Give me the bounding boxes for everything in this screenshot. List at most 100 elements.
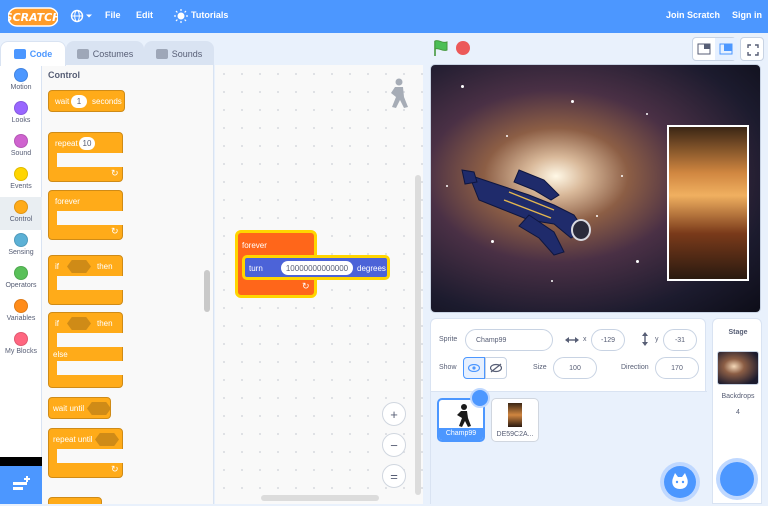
choose-backdrop-button[interactable] [720, 462, 754, 496]
wait-seconds-block[interactable]: wait 1 seconds [48, 90, 125, 112]
category-my-blocks[interactable]: My Blocks [0, 329, 42, 362]
language-globe-icon[interactable] [70, 9, 92, 23]
sprite-silhouette-icon [391, 78, 408, 108]
block-categories: Motion Looks Sound Events Control Sensin… [0, 65, 42, 504]
palette-scrollbar[interactable] [204, 270, 210, 312]
tab-costumes[interactable]: Costumes [66, 41, 144, 65]
category-operators[interactable]: Operators [0, 263, 42, 296]
show-visible-button[interactable] [463, 357, 485, 379]
category-control[interactable]: Control [0, 197, 42, 230]
script-horizontal-scrollbar[interactable] [261, 495, 379, 501]
script-vertical-scrollbar[interactable] [415, 175, 421, 495]
script-turn-block[interactable]: turn 10000000000000 degrees [242, 255, 390, 280]
join-scratch-link[interactable]: Join Scratch [666, 10, 720, 20]
stop-sign-icon[interactable] [456, 41, 470, 55]
x-arrows-icon [565, 337, 579, 343]
tutorials-lightbulb-icon[interactable] [174, 9, 188, 23]
star [636, 260, 639, 263]
control-dot-icon [14, 200, 28, 214]
c-mouth [57, 333, 123, 347]
delete-sprite-button[interactable] [470, 388, 490, 408]
add-extension-button[interactable] [0, 466, 42, 504]
y-position-input[interactable]: -31 [663, 329, 697, 351]
sprite-name-input[interactable]: Champ99 [465, 329, 553, 351]
if-then-else-block[interactable]: if then else [48, 312, 123, 388]
file-menu[interactable]: File [105, 10, 121, 20]
category-sound[interactable]: Sound [0, 131, 42, 164]
sprite-thumbnail [508, 403, 522, 427]
category-sensing[interactable]: Sensing [0, 230, 42, 263]
stage-selector-title: Stage [728, 329, 748, 336]
if-then-block[interactable]: if then [48, 255, 123, 305]
green-flag-icon[interactable] [432, 39, 450, 57]
small-stage-button[interactable] [693, 38, 715, 60]
category-events[interactable]: Events [0, 164, 42, 197]
tab-sounds[interactable]: Sounds [144, 41, 214, 65]
x-position-input[interactable]: -129 [591, 329, 625, 351]
block-label: forever [242, 241, 267, 250]
astronaut-sprite[interactable] [459, 160, 609, 260]
fullscreen-button[interactable] [740, 37, 764, 61]
repeat-value-input[interactable]: 10 [79, 137, 95, 150]
condition-slot[interactable] [87, 402, 111, 415]
choose-sprite-button[interactable] [664, 466, 696, 498]
edit-menu[interactable]: Edit [136, 10, 153, 20]
normal-stage-icon [719, 43, 733, 55]
y-arrows-icon [642, 332, 648, 346]
eye-slash-icon [490, 363, 502, 373]
category-motion[interactable]: Motion [0, 65, 42, 98]
stage-thumbnail [717, 351, 759, 385]
star [646, 113, 648, 115]
motion-dot-icon [14, 68, 28, 82]
events-dot-icon [14, 167, 28, 181]
category-label: My Blocks [5, 348, 37, 355]
block-label: repeat until [53, 435, 93, 444]
backdrops-count: 4 [736, 409, 740, 416]
category-label: Sound [10, 150, 32, 157]
small-stage-icon [697, 43, 711, 55]
category-variables[interactable]: Variables [0, 296, 42, 329]
variables-dot-icon [14, 299, 28, 313]
direction-input[interactable]: 170 [655, 357, 699, 379]
tab-code[interactable]: Code [0, 41, 66, 66]
condition-slot[interactable] [67, 317, 91, 330]
stage-header [424, 33, 768, 63]
forever-block[interactable]: forever ↻ [48, 190, 123, 240]
sensing-dot-icon [14, 233, 28, 247]
condition-slot[interactable] [95, 433, 119, 446]
block-label: turn [249, 264, 263, 273]
category-looks[interactable]: Looks [0, 98, 42, 131]
sprite-tile-de59c2a[interactable]: DE59C2A... [491, 398, 539, 442]
block-label: wait until [53, 404, 85, 413]
turn-degrees-input[interactable]: 10000000000000 [281, 261, 353, 275]
condition-slot[interactable] [67, 260, 91, 273]
extension-icon [13, 476, 30, 490]
zoom-in-icon: + [390, 406, 398, 422]
block-label: wait [55, 97, 70, 106]
wait-value-input[interactable]: 1 [71, 95, 87, 108]
zoom-out-button[interactable]: − [382, 433, 406, 457]
block-label: repeat [55, 139, 78, 148]
svg-text:SCRATCH: SCRATCH [8, 11, 58, 24]
stage-canvas[interactable] [430, 64, 761, 313]
loop-arrow-icon: ↻ [111, 168, 119, 178]
dragon-sprite-image[interactable] [667, 125, 749, 281]
tutorials-menu[interactable]: Tutorials [191, 10, 228, 20]
show-hidden-button[interactable] [485, 357, 507, 379]
c-mouth [57, 449, 123, 463]
zoom-reset-button[interactable]: = [382, 464, 406, 488]
zoom-in-button[interactable]: + [382, 402, 406, 426]
star [446, 185, 448, 187]
next-block[interactable] [48, 497, 102, 504]
scratch-logo[interactable]: SCRATCH [8, 7, 58, 27]
size-input[interactable]: 100 [553, 357, 597, 379]
direction-label: Direction [621, 364, 649, 371]
normal-stage-button[interactable] [715, 38, 737, 60]
repeat-until-block[interactable]: repeat until ↻ [48, 428, 123, 478]
repeat-block[interactable]: repeat 10 ↻ [48, 132, 123, 182]
sign-in-link[interactable]: Sign in [732, 10, 762, 20]
loop-arrow-icon: ↻ [111, 226, 119, 236]
category-label: Control [9, 216, 33, 223]
block-label: if [55, 319, 59, 328]
wait-until-block[interactable]: wait until [48, 397, 111, 419]
